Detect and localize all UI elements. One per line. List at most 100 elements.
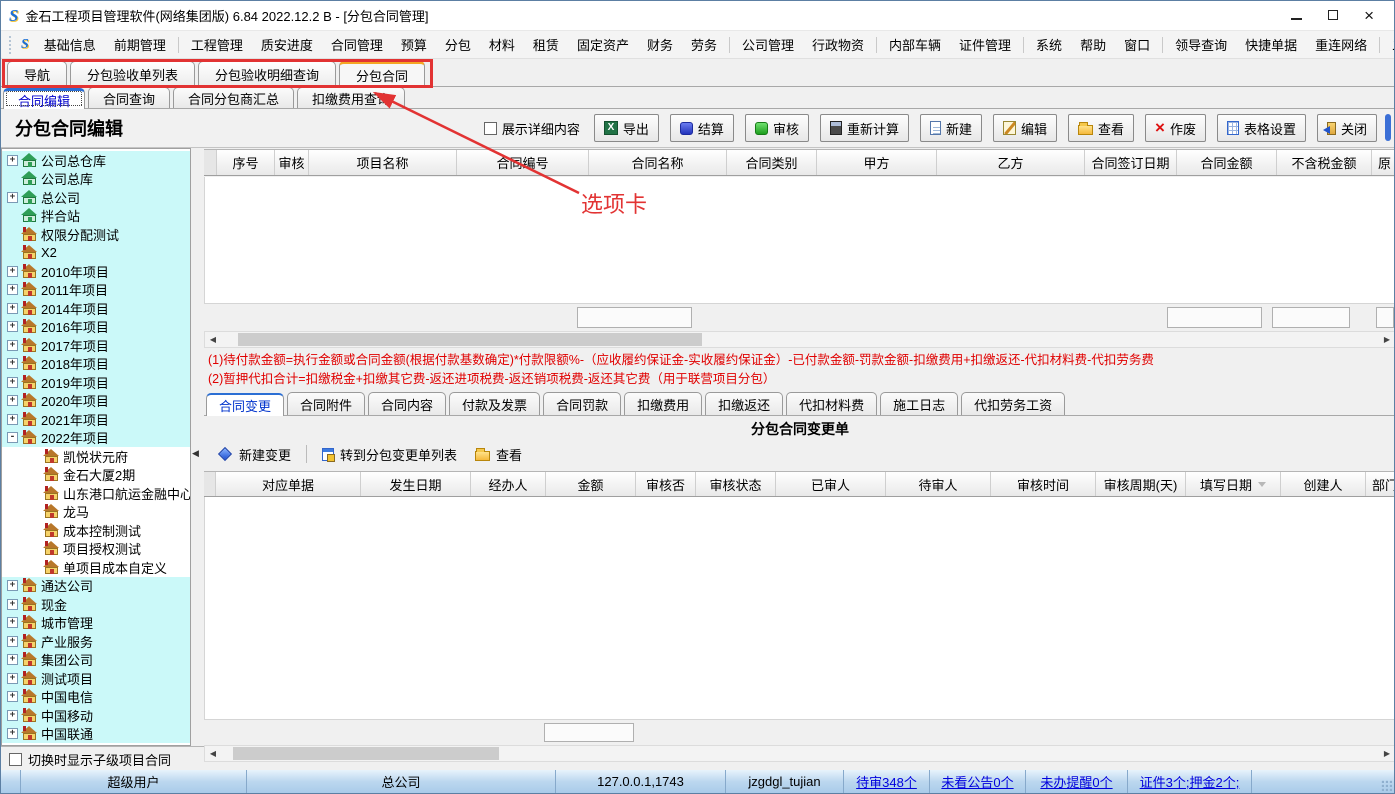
column-header-创建人[interactable]: 创建人 [1281, 472, 1366, 496]
column-header-原[interactable]: 原 [1372, 150, 1395, 175]
statusbar-link-未看公告0个[interactable]: 未看公告0个 [941, 772, 1013, 791]
tree-item-单项目成本自定义[interactable]: +单项目成本自定义 [2, 558, 190, 577]
checkbox-icon[interactable] [484, 122, 497, 135]
column-header-审核[interactable]: 审核 [275, 150, 309, 175]
tree-item-2022年项目[interactable]: -2022年项目 [2, 429, 190, 448]
toolbar-button-导出[interactable]: 导出 [594, 114, 659, 142]
toolbar-button-作废[interactable]: 作废 [1145, 114, 1206, 142]
menu-item-基础信息[interactable]: 基础信息 [35, 31, 105, 58]
module-tab-分包验收单列表[interactable]: 分包验收单列表 [70, 61, 195, 86]
column-header-乙方[interactable]: 乙方 [937, 150, 1085, 175]
tree-item-项目授权测试[interactable]: +项目授权测试 [2, 540, 190, 559]
column-header-待审人[interactable]: 待审人 [886, 472, 991, 496]
sub-tab-合同编辑[interactable]: 合同编辑 [3, 88, 85, 109]
tree-item-2021年项目[interactable]: +2021年项目 [2, 410, 190, 429]
column-header-序号[interactable]: 序号 [217, 150, 275, 175]
column-header-甲方[interactable]: 甲方 [817, 150, 937, 175]
change-button-新建变更[interactable]: 新建变更 [210, 442, 298, 467]
column-header-经办人[interactable]: 经办人 [471, 472, 546, 496]
expand-icon[interactable]: + [7, 728, 18, 739]
subproject-checkbox[interactable] [9, 753, 22, 766]
column-header-合同名称[interactable]: 合同名称 [589, 150, 727, 175]
tree-item-权限分配测试[interactable]: +权限分配测试 [2, 225, 190, 244]
menu-item-预算[interactable]: 预算 [392, 31, 436, 58]
scroll-thumb[interactable] [233, 747, 499, 760]
contract-grid-body[interactable] [204, 177, 1395, 303]
detail-tab-付款及发票[interactable]: 付款及发票 [449, 392, 540, 415]
menu-item-二次开发[interactable]: 二次开发 [1383, 31, 1395, 58]
toolbar-button-新建[interactable]: 新建 [920, 114, 982, 142]
tree-item-成本控制测试[interactable]: +成本控制测试 [2, 521, 190, 540]
expand-icon[interactable]: + [7, 710, 18, 721]
tree-item-2017年项目[interactable]: +2017年项目 [2, 336, 190, 355]
menu-item-行政物资[interactable]: 行政物资 [803, 31, 873, 58]
column-header-部门名称[interactable]: 部门名称 [1366, 472, 1395, 496]
toolbar-button-结算[interactable]: 结算 [670, 114, 734, 142]
maximize-icon[interactable] [1328, 8, 1338, 23]
expand-icon[interactable]: + [7, 673, 18, 684]
sub-tab-扣缴费用查询[interactable]: 扣缴费用查询 [297, 87, 405, 108]
expand-icon[interactable]: + [7, 303, 18, 314]
statusbar-link-待审348个[interactable]: 待审348个 [856, 772, 917, 791]
splitter-collapse-icon[interactable]: ◀ [192, 448, 199, 459]
toolbar-scrollbar[interactable] [1385, 114, 1391, 141]
sub-tab-合同分包商汇总[interactable]: 合同分包商汇总 [173, 87, 294, 108]
menu-item-系统[interactable]: 系统 [1027, 31, 1071, 58]
detail-tab-合同内容[interactable]: 合同内容 [368, 392, 446, 415]
change-grid-body[interactable] [204, 497, 1395, 719]
contract-grid-hscrollbar[interactable]: ◀ ▶ [204, 331, 1395, 348]
menu-item-证件管理[interactable]: 证件管理 [950, 31, 1020, 58]
statusbar-link-未办提醒0个[interactable]: 未办提醒0个 [1040, 772, 1112, 791]
tree-item-2010年项目[interactable]: +2010年项目 [2, 262, 190, 281]
collapse-icon[interactable]: - [7, 432, 18, 443]
scroll-right-icon[interactable]: ▶ [1379, 746, 1395, 761]
column-header-审核状态[interactable]: 审核状态 [696, 472, 776, 496]
scroll-thumb[interactable] [238, 333, 701, 346]
detail-tab-合同附件[interactable]: 合同附件 [287, 392, 365, 415]
tree-item-公司总库[interactable]: +公司总库 [2, 170, 190, 189]
tree-item-2014年项目[interactable]: +2014年项目 [2, 299, 190, 318]
menu-item-材料[interactable]: 材料 [480, 31, 524, 58]
detail-tab-合同变更[interactable]: 合同变更 [206, 393, 284, 416]
sub-tab-合同查询[interactable]: 合同查询 [88, 87, 170, 108]
tree-item-城市管理[interactable]: +城市管理 [2, 614, 190, 633]
tree-item-拌合站[interactable]: +拌合站 [2, 207, 190, 226]
scroll-left-icon[interactable]: ◀ [205, 332, 221, 347]
tree-item-2018年项目[interactable]: +2018年项目 [2, 355, 190, 374]
scroll-left-icon[interactable]: ◀ [205, 746, 221, 761]
tree-item-山东港口航运金融中心[interactable]: +山东港口航运金融中心 [2, 484, 190, 503]
detail-tab-施工日志[interactable]: 施工日志 [880, 392, 958, 415]
column-header-发生日期[interactable]: 发生日期 [361, 472, 471, 496]
tree-item-中国联通[interactable]: +中国联通 [2, 725, 190, 744]
menu-item-合同管理[interactable]: 合同管理 [322, 31, 392, 58]
column-header-合同类别[interactable]: 合同类别 [727, 150, 817, 175]
column-header-不含税金额[interactable]: 不含税金额 [1277, 150, 1372, 175]
detail-tab-合同罚款[interactable]: 合同罚款 [543, 392, 621, 415]
menu-item-劳务[interactable]: 劳务 [682, 31, 726, 58]
tree-item-集团公司[interactable]: +集团公司 [2, 651, 190, 670]
tree-item-2019年项目[interactable]: +2019年项目 [2, 373, 190, 392]
tree-item-2020年项目[interactable]: +2020年项目 [2, 392, 190, 411]
tree-item-凯悦状元府[interactable]: +凯悦状元府 [2, 447, 190, 466]
close-icon[interactable]: × [1364, 11, 1374, 21]
expand-icon[interactable]: + [7, 580, 18, 591]
tree-item-总公司[interactable]: +总公司 [2, 188, 190, 207]
expand-icon[interactable]: + [7, 340, 18, 351]
change-grid-hscrollbar[interactable]: ◀ ▶ [204, 745, 1395, 762]
menu-item-重连网络[interactable]: 重连网络 [1306, 31, 1376, 58]
column-header-金额[interactable]: 金额 [546, 472, 636, 496]
module-tab-分包验收明细查询[interactable]: 分包验收明细查询 [198, 61, 336, 86]
menu-item-快捷单据[interactable]: 快捷单据 [1236, 31, 1306, 58]
column-header-审核周期(天)[interactable]: 审核周期(天) [1096, 472, 1186, 496]
expand-icon[interactable]: + [7, 358, 18, 369]
expand-icon[interactable]: + [7, 636, 18, 647]
column-header-项目名称[interactable]: 项目名称 [309, 150, 457, 175]
column-header-合同签订日期[interactable]: 合同签订日期 [1085, 150, 1177, 175]
column-header-填写日期[interactable]: 填写日期 [1186, 472, 1281, 496]
toolbar-button-关闭[interactable]: 关闭 [1317, 114, 1377, 142]
tree-item-中国电信[interactable]: +中国电信 [2, 688, 190, 707]
column-header-合同编号[interactable]: 合同编号 [457, 150, 589, 175]
menu-item-固定资产[interactable]: 固定资产 [568, 31, 638, 58]
menu-item-质安进度[interactable]: 质安进度 [252, 31, 322, 58]
tree-item-测试项目[interactable]: +测试项目 [2, 669, 190, 688]
